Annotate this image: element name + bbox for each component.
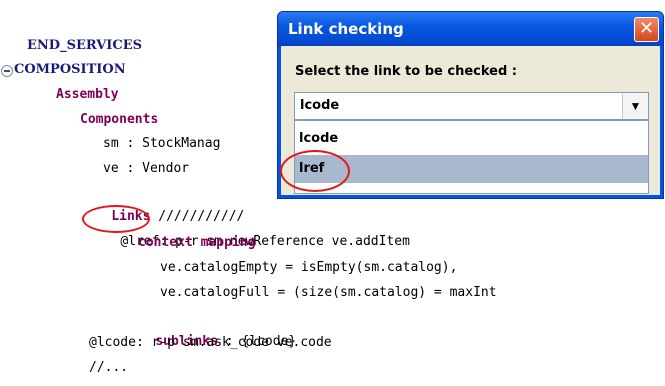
dropdown-arrow-button[interactable]: ▼	[622, 93, 648, 119]
dialog-title: Link checking	[288, 20, 404, 38]
catalog-full-mapping: ve.catalogFull = (size(sm.catalog) = max…	[160, 285, 497, 300]
select-current-value: lcode	[300, 98, 340, 113]
close-icon: ✕	[638, 18, 655, 39]
links-line: Links ///////////	[80, 181, 244, 224]
dialog-titlebar[interactable]: Link checking ✕	[278, 12, 663, 46]
ellipsis-comment: //...	[89, 360, 129, 375]
dropdown-list: lcode lref	[294, 120, 649, 194]
components-keyword: Components	[80, 112, 159, 127]
assembly-keyword: Assembly	[56, 87, 119, 102]
lref-link-line: @lref: p-r sm.newReference ve.addItem	[89, 206, 410, 249]
composition-keyword: COMPOSITION	[14, 62, 126, 77]
context-mapping-keyword: context mapping	[138, 235, 256, 250]
dialog-body: Select the link to be checked : lcode ▼ …	[281, 46, 660, 195]
chevron-down-icon: ▼	[629, 99, 642, 113]
lcode-link-line: @lcode: r-p sm.ask_code ve.code	[89, 335, 332, 350]
option-lcode[interactable]: lcode	[295, 125, 648, 153]
component-ve-declaration: ve : Vendor	[103, 161, 190, 176]
sublinks-line: sublinks : {lcode}	[124, 306, 296, 349]
end-services-keyword: END_SERVICES	[27, 38, 143, 53]
close-button[interactable]: ✕	[634, 17, 659, 42]
link-checking-dialog: Link checking ✕ Select the link to be ch…	[277, 11, 664, 199]
option-lref[interactable]: lref	[295, 155, 648, 183]
collapse-toggle-icon[interactable]	[1, 65, 13, 77]
catalog-empty-mapping: ve.catalogEmpty = isEmpty(sm.catalog),	[160, 260, 458, 275]
select-link-prompt: Select the link to be checked :	[295, 64, 517, 79]
component-sm-declaration: sm : StockManag	[103, 136, 221, 151]
link-select[interactable]: lcode ▼	[294, 92, 649, 120]
